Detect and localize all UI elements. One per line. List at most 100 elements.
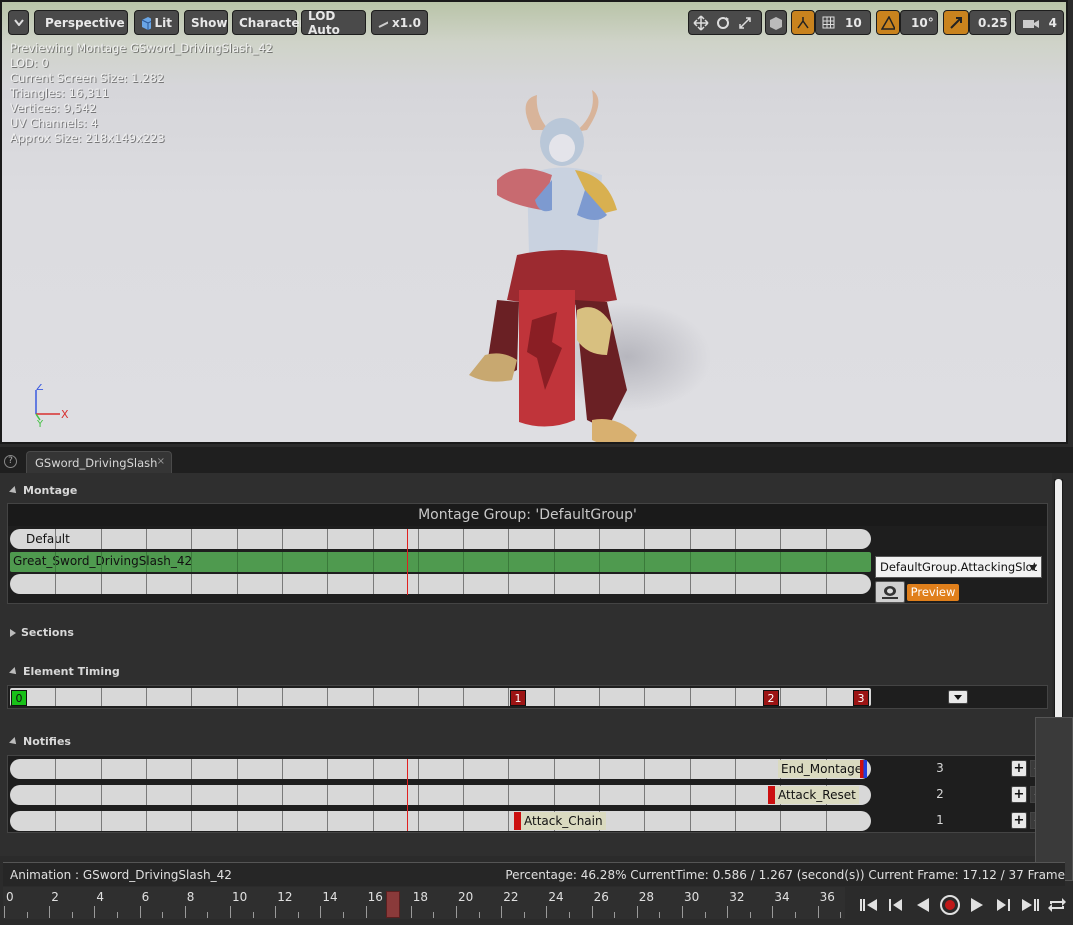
play-button[interactable] [966,894,988,916]
timeline-tick [297,912,299,918]
axis-y-label: Y [36,419,44,429]
notify-attack-chain[interactable]: Attack_Chain [521,812,606,830]
viewport-options-button[interactable] [8,10,29,35]
notifies-section-header[interactable]: Notifies [9,735,71,748]
timeline-tick [772,906,774,918]
track-gridline [735,529,736,549]
track-gridline [373,785,374,805]
anim-segment-track[interactable]: Great_Sword_DrivingSlash_42 [10,552,871,572]
notify-attack-reset[interactable]: Attack_Reset [775,786,859,804]
preview-button[interactable]: Preview [907,584,959,601]
track-gridline [690,759,691,779]
character-label: Character [239,15,306,30]
anim-segment-label[interactable]: Great_Sword_DrivingSlash_42 [13,554,192,568]
tab-label: GSword_DrivingSlash [35,456,158,470]
track-gridline [826,574,827,594]
rotation-snap-toggle[interactable] [876,10,900,35]
help-icon[interactable]: ? [4,455,17,468]
record-button[interactable] [939,894,961,916]
playback-speed-button[interactable]: x1.0 [371,10,428,35]
track-gridline [599,552,600,572]
track-gridline [780,811,781,831]
track-gridline [327,529,328,549]
character-button[interactable]: Character [232,10,305,35]
tab-asset-editor[interactable]: GSword_DrivingSlash × [26,451,172,473]
montage-header-label: Montage [23,484,78,497]
notify-marker[interactable] [768,786,775,804]
timing-options-dropdown[interactable] [948,690,968,704]
rotation-snap-button[interactable]: 10° [900,10,938,35]
play-reverse-button[interactable] [912,894,934,916]
cube-lit-icon [141,16,151,30]
lod-button[interactable]: LOD Auto [301,9,366,37]
notify-marker[interactable] [514,812,521,830]
sections-section-header[interactable]: Sections [10,626,74,639]
sections-header-label: Sections [21,626,74,639]
notify-end-montage[interactable]: End_Montage [778,760,866,778]
element-timing-header-label: Element Timing [23,665,120,678]
section-label-default[interactable]: Default [26,532,70,546]
surface-snap-button[interactable] [791,10,815,35]
rotate-icon[interactable] [715,15,731,31]
scale-icon[interactable] [737,15,753,31]
timeline-tick [162,912,164,918]
notify-track[interactable] [10,785,871,805]
timeline-tick [139,906,141,918]
playhead-line [407,759,408,831]
add-notify-track-button[interactable]: + [1011,760,1027,777]
track-gridline [780,529,781,549]
lit-button[interactable]: Lit [134,10,179,35]
timing-marker[interactable]: 2 [763,690,779,706]
empty-track[interactable] [10,574,871,594]
preview-slot-button[interactable] [875,581,905,603]
add-notify-track-button[interactable]: + [1011,812,1027,829]
track-gridline [55,785,56,805]
step-back-button[interactable] [885,894,907,916]
track-gridline [55,759,56,779]
timing-marker[interactable]: 1 [510,690,526,706]
perspective-button[interactable]: Perspective [34,10,128,35]
camera-speed-value: 4 [1048,15,1057,30]
loop-button[interactable] [1046,894,1068,916]
track-gridline [146,811,147,831]
world-local-button[interactable] [765,10,787,35]
element-timing-section-header[interactable]: Element Timing [9,665,120,678]
track-gridline [282,785,283,805]
timeline-tick [117,912,118,918]
grid-snap-button[interactable]: 10 [815,10,871,35]
camera-speed-button[interactable]: 4 [1015,10,1064,35]
timeline-tick-label: 20 [458,890,474,904]
timeline-tick [71,912,73,918]
scale-snap-toggle[interactable] [943,10,969,35]
timing-marker[interactable]: 3 [853,690,869,706]
track-gridline [191,529,192,549]
track-gridline [282,574,283,594]
element-timing-track[interactable] [10,688,871,706]
skip-to-end-button[interactable] [1019,894,1041,916]
timeline-scrubber[interactable]: 0 2 4 6 8 10 12 14 16 18 20 22 24 26 28 30 32 34 36 [3,887,845,919]
element-timing-box: 0 1 2 3 [7,685,1048,709]
track-gridline [282,552,283,572]
skip-to-end-icon [1022,899,1040,911]
skip-to-start-button[interactable] [858,894,880,916]
notify-marker[interactable] [860,760,867,778]
playback-info-status: Percentage: 46.28% CurrentTime: 0.586 / … [505,868,1065,882]
section-track[interactable]: Default [10,529,871,549]
character-model [469,90,637,442]
grid-snap-value: 10 [845,15,862,30]
step-forward-button[interactable] [992,894,1014,916]
translate-icon[interactable] [693,14,709,31]
scale-snap-button[interactable]: 0.25 [969,10,1011,35]
add-notify-track-button[interactable]: + [1011,786,1027,803]
notify-track[interactable] [10,811,871,831]
notify-track[interactable] [10,759,871,779]
show-button[interactable]: Show [184,10,228,35]
preview-viewport[interactable]: Perspective Lit Show Character LOD Auto … [0,0,1068,444]
close-icon[interactable]: × [157,456,165,467]
montage-section-header[interactable]: Montage [9,484,78,497]
collapsed-side-panel[interactable] [1035,717,1073,881]
timing-marker[interactable]: 0 [11,690,27,706]
slot-name-dropdown[interactable]: DefaultGroup.AttackingSlot [875,556,1042,578]
scrubber-handle[interactable] [386,891,400,918]
timeline-tick [546,906,548,918]
